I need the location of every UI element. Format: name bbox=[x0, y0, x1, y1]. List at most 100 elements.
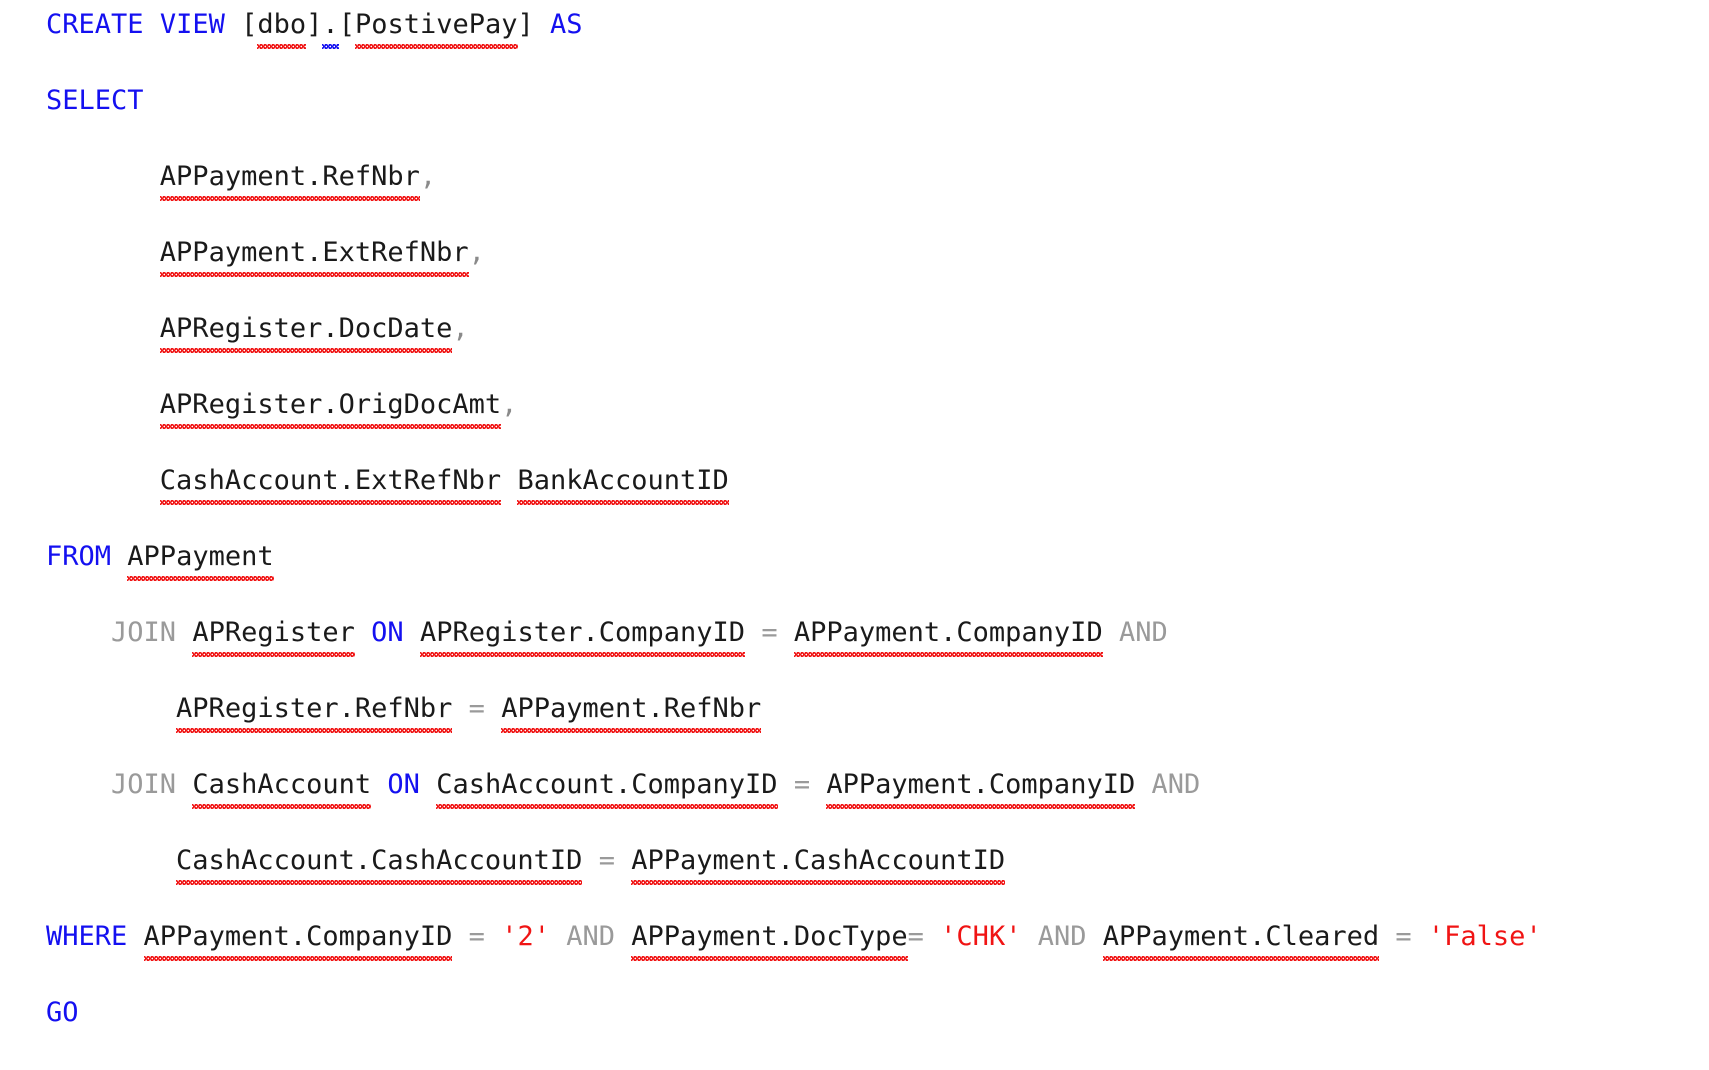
code-line: SELECT bbox=[46, 82, 1542, 120]
code-token: ON bbox=[371, 617, 404, 648]
sql-code-editor[interactable]: CREATE VIEW [dbo].[PostivePay] AS SELECT… bbox=[0, 0, 1709, 1028]
code-token-misspelled: APPayment bbox=[127, 538, 274, 581]
code-line: APPayment.RefNbr, bbox=[46, 158, 1542, 201]
code-token: AND bbox=[1037, 921, 1087, 952]
code-token: ] bbox=[306, 9, 323, 40]
code-token: = bbox=[468, 693, 485, 724]
code-token-misspelled: BankAccountID bbox=[517, 462, 730, 505]
code-token-misspelled: APRegister.DocDate bbox=[159, 310, 452, 353]
code-line: APPayment.ExtRefNbr, bbox=[46, 234, 1542, 277]
code-line: APRegister.OrigDocAmt, bbox=[46, 386, 1542, 429]
code-token-misspelled: PostivePay bbox=[354, 6, 518, 49]
code-token: JOIN bbox=[111, 769, 177, 800]
code-token: SELECT bbox=[46, 85, 144, 116]
code-token: ] bbox=[517, 9, 534, 40]
code-token: GO bbox=[46, 997, 79, 1028]
code-token: = bbox=[468, 921, 485, 952]
code-line: APRegister.RefNbr = APPayment.RefNbr bbox=[46, 690, 1542, 733]
code-token-misspelled: dbo bbox=[257, 6, 306, 49]
code-token: AND bbox=[1118, 617, 1168, 648]
code-token-misspelled: APRegister.RefNbr bbox=[176, 690, 453, 733]
code-token-misspelled: APPayment.CompanyID bbox=[826, 766, 1135, 809]
code-token: [ bbox=[338, 9, 355, 40]
code-token: ON bbox=[387, 769, 420, 800]
sql-source-code[interactable]: CREATE VIEW [dbo].[PostivePay] AS SELECT… bbox=[46, 6, 1542, 1070]
code-token-misspelled: CashAccount bbox=[192, 766, 371, 809]
code-token-misspelled: APRegister.CompanyID bbox=[419, 614, 746, 657]
code-line: CREATE VIEW [dbo].[PostivePay] AS bbox=[46, 6, 1542, 49]
code-token: = bbox=[761, 617, 778, 648]
code-token: JOIN bbox=[111, 617, 177, 648]
code-token: CREATE bbox=[46, 9, 144, 40]
code-token-misspelled: CashAccount.CompanyID bbox=[436, 766, 778, 809]
code-token: 'CHK' bbox=[940, 921, 1022, 952]
code-token-misspelled: APPayment.DocType bbox=[631, 918, 908, 961]
code-line: JOIN APRegister ON APRegister.CompanyID … bbox=[46, 614, 1542, 657]
code-token-misspelled: APPayment.CompanyID bbox=[793, 614, 1103, 657]
code-token: , bbox=[501, 389, 518, 420]
code-token: 'False' bbox=[1427, 921, 1542, 952]
code-line: CashAccount.ExtRefNbr BankAccountID bbox=[46, 462, 1542, 505]
code-line: FROM APPayment bbox=[46, 538, 1542, 581]
code-token: = bbox=[1395, 921, 1412, 952]
code-token-misspelled: APPayment.CompanyID bbox=[143, 918, 452, 961]
code-line: JOIN CashAccount ON CashAccount.CompanyI… bbox=[46, 766, 1542, 809]
code-token: = bbox=[793, 769, 811, 800]
code-token-misspelled: APPayment.CashAccountID bbox=[631, 842, 1005, 885]
code-token: , bbox=[419, 161, 437, 192]
code-token: , bbox=[452, 313, 469, 344]
code-line: WHERE APPayment.CompanyID = '2' AND APPa… bbox=[46, 918, 1542, 961]
code-token: '2' bbox=[501, 921, 550, 952]
code-token-misspelled: APPayment.RefNbr bbox=[501, 690, 762, 733]
code-token-misspelled: CashAccount.CashAccountID bbox=[176, 842, 583, 885]
code-token-misspelled: APPayment.ExtRefNbr bbox=[159, 234, 469, 277]
code-token: FROM bbox=[46, 541, 112, 572]
code-token-misspelled: CashAccount.ExtRefNbr bbox=[159, 462, 502, 505]
code-token: , bbox=[468, 237, 485, 268]
code-token-misspelled: APPayment.Cleared bbox=[1102, 918, 1380, 961]
code-token-misspelled: APPayment.RefNbr bbox=[159, 158, 420, 201]
code-token: = bbox=[598, 845, 615, 876]
code-token: VIEW bbox=[159, 9, 225, 40]
code-token: AS bbox=[550, 9, 583, 40]
code-token: = bbox=[907, 921, 924, 952]
